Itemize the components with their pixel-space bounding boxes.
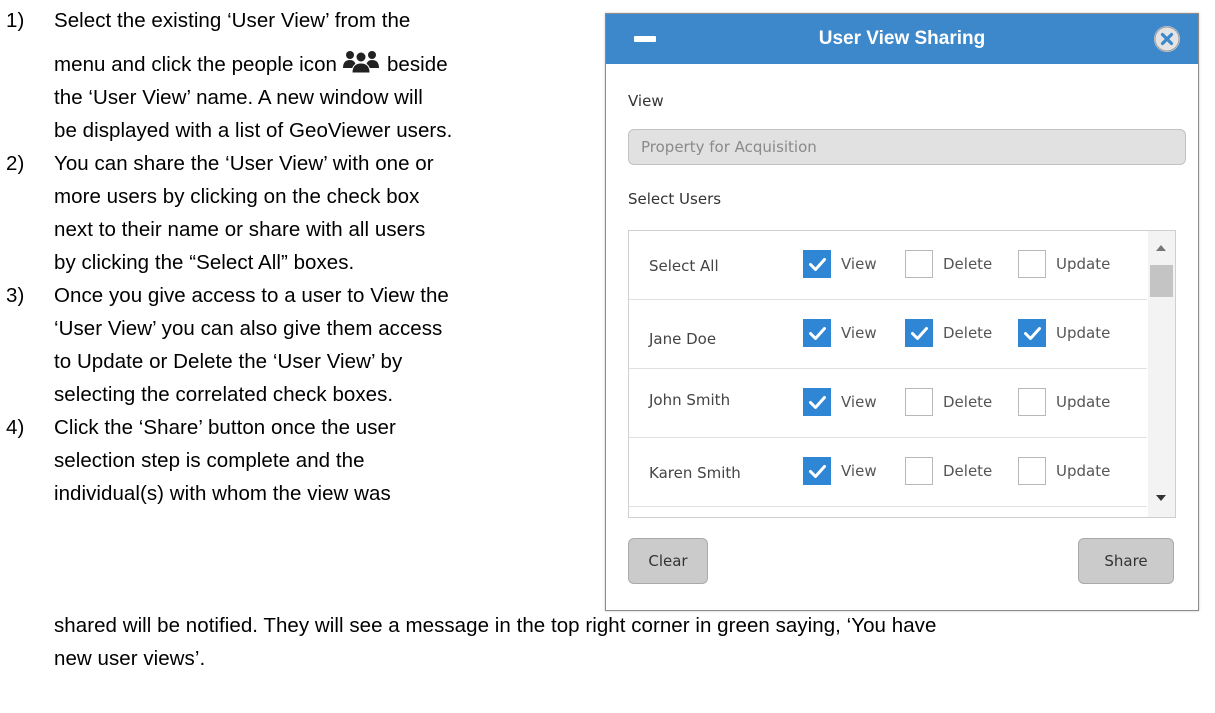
step-number: 2) — [6, 152, 25, 175]
checkmark-icon — [809, 258, 826, 271]
update-checkbox[interactable] — [1018, 319, 1046, 347]
checkmark-icon — [809, 396, 826, 409]
checkmark-icon — [809, 465, 826, 478]
delete-checkbox[interactable] — [905, 319, 933, 347]
step-text-line: individual(s) with whom the view was — [54, 482, 391, 505]
step-text-line: selecting the correlated check boxes. — [54, 383, 394, 406]
view-label: View — [841, 393, 877, 411]
view-label: View — [841, 324, 877, 342]
select-all-row: Select All View Delete Update — [629, 231, 1147, 300]
step-text-line: menu and click the people icon beside — [54, 48, 448, 81]
step-number: 1) — [6, 9, 25, 32]
step-text-line: selection step is complete and the — [54, 449, 365, 472]
update-label: Update — [1056, 462, 1111, 480]
step-text-line: Once you give access to a user to View t… — [54, 284, 449, 307]
view-label: View — [841, 462, 877, 480]
user-view-sharing-dialog: User View Sharing View Property for Acqu… — [605, 13, 1199, 611]
minus-icon[interactable] — [634, 36, 656, 42]
view-label: View — [841, 255, 877, 273]
dialog-titlebar: User View Sharing — [606, 14, 1198, 64]
step-text-line: Click the ‘Share’ button once the user — [54, 416, 396, 439]
update-checkbox[interactable] — [1018, 388, 1046, 416]
view-label: View — [628, 92, 664, 110]
step-text-segment: beside — [386, 53, 448, 76]
people-group-icon — [342, 49, 379, 74]
step-text-line: new user views’. — [54, 647, 206, 670]
delete-label: Delete — [943, 324, 993, 342]
select-users-label: Select Users — [628, 190, 722, 208]
user-name: Karen Smith — [649, 464, 741, 482]
user-name: John Smith — [649, 391, 731, 409]
delete-checkbox[interactable] — [905, 250, 933, 278]
step-text-line: more users by clicking on the check box — [54, 185, 420, 208]
user-row: John Smith View Delete Update — [629, 369, 1147, 438]
user-list[interactable]: Select All View Delete Update Jane Doe View De… — [628, 230, 1176, 518]
close-circle-icon[interactable] — [1154, 26, 1180, 52]
user-name: Jane Doe — [649, 330, 717, 348]
user-row: Jane Doe View Delete Update — [629, 300, 1147, 369]
scroll-down-arrow-icon[interactable] — [1156, 495, 1166, 501]
scroll-up-arrow-icon[interactable] — [1156, 245, 1166, 251]
clear-button[interactable]: Clear — [628, 538, 708, 584]
view-checkbox[interactable] — [803, 457, 831, 485]
update-checkbox[interactable] — [1018, 250, 1046, 278]
delete-label: Delete — [943, 255, 993, 273]
dialog-title: User View Sharing — [818, 28, 986, 49]
step-text-line: ‘User View’ you can also give them acces… — [54, 317, 443, 340]
update-label: Update — [1056, 324, 1111, 342]
step-text-line: by clicking the “Select All” boxes. — [54, 251, 355, 274]
step-text-line: the ‘User View’ name. A new window will — [54, 86, 423, 109]
step-number: 4) — [6, 416, 25, 439]
view-name-field[interactable]: Property for Acquisition — [628, 129, 1186, 165]
share-button[interactable]: Share — [1078, 538, 1174, 584]
view-checkbox[interactable] — [803, 319, 831, 347]
delete-label: Delete — [943, 462, 993, 480]
update-label: Update — [1056, 393, 1111, 411]
scroll-thumb[interactable] — [1150, 265, 1173, 297]
step-text-line: You can share the ‘User View’ with one o… — [54, 152, 434, 175]
step-text-line: next to their name or share with all use… — [54, 218, 426, 241]
update-checkbox[interactable] — [1018, 457, 1046, 485]
step-number: 3) — [6, 284, 25, 307]
delete-checkbox[interactable] — [905, 388, 933, 416]
scrollbar[interactable] — [1148, 231, 1175, 517]
view-checkbox[interactable] — [803, 250, 831, 278]
checkmark-icon — [911, 327, 928, 340]
select-all-label: Select All — [649, 257, 719, 275]
checkmark-icon — [809, 327, 826, 340]
delete-label: Delete — [943, 393, 993, 411]
checkmark-icon — [1024, 327, 1041, 340]
view-checkbox[interactable] — [803, 388, 831, 416]
delete-checkbox[interactable] — [905, 457, 933, 485]
step-text-line: Select the existing ‘User View’ from the — [54, 9, 411, 32]
step-text-line: be displayed with a list of GeoViewer us… — [54, 119, 453, 142]
user-row: Karen Smith View Delete Update — [629, 438, 1147, 507]
step-text-line: to Update or Delete the ‘User View’ by — [54, 350, 403, 373]
step-text-segment: menu and click the people icon — [54, 53, 337, 76]
update-label: Update — [1056, 255, 1111, 273]
step-text-line: shared will be notified. They will see a… — [54, 614, 937, 637]
